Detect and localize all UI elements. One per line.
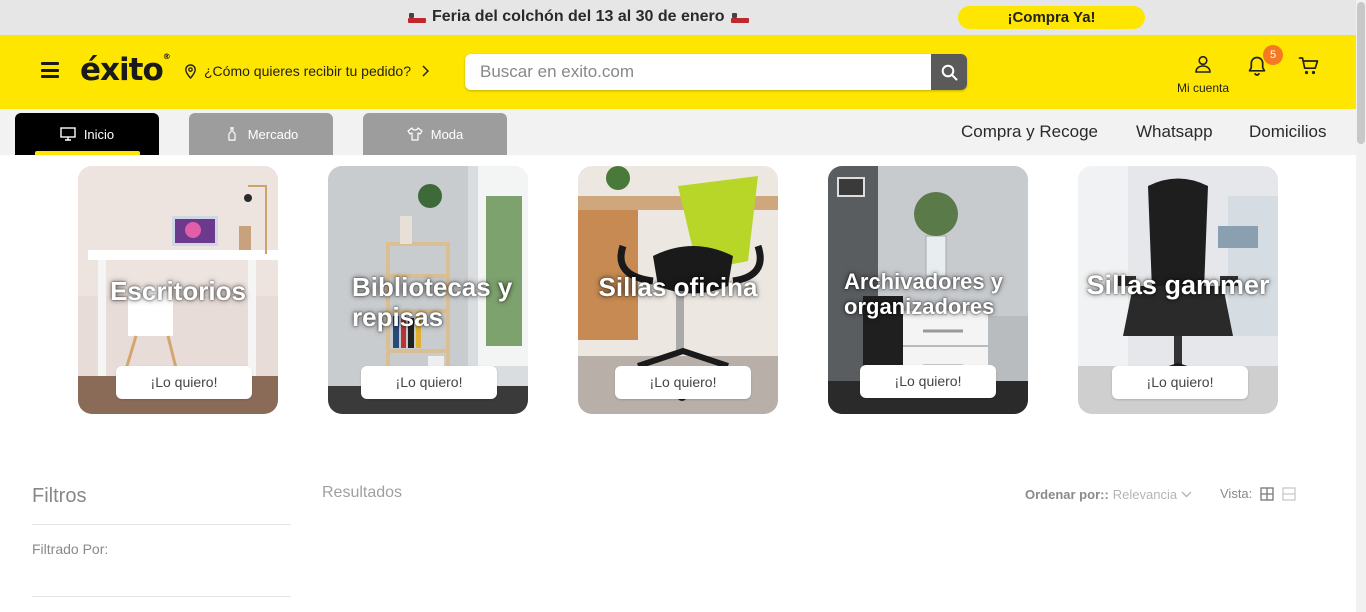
scrollbar-thumb[interactable] [1357, 2, 1365, 144]
category-tabs-row: Inicio Mercado Moda Compra y Recoge What… [0, 109, 1356, 155]
sort-label: Ordenar por:: [1025, 487, 1109, 502]
notification-badge: 5 [1263, 45, 1283, 65]
menu-icon[interactable] [41, 62, 59, 78]
tab-mercado[interactable]: Mercado [189, 113, 333, 155]
divider [32, 524, 291, 525]
card-escritorios[interactable]: Escritorios ¡Lo quiero! [78, 166, 278, 414]
link-whatsapp[interactable]: Whatsapp [1136, 122, 1213, 142]
filtered-by-label: Filtrado Por: [32, 541, 109, 557]
bed-icon [730, 12, 749, 23]
promo-message[interactable]: Feria del colchón del 13 al 30 de enero [408, 8, 749, 26]
card-title: Sillas gammer [1086, 270, 1270, 300]
view-toggle: Vista: [1220, 486, 1296, 501]
promo-text: Feria del colchón del 13 al 30 de enero [432, 8, 725, 25]
link-compra-y-recoge[interactable]: Compra y Recoge [961, 122, 1098, 142]
filters-title: Filtros [32, 485, 87, 507]
divider [32, 596, 291, 597]
link-domicilios[interactable]: Domicilios [1249, 122, 1326, 142]
lo-quiero-button[interactable]: ¡Lo quiero! [361, 366, 497, 399]
card-archivadores[interactable]: Archivadores y organizadores ¡Lo quiero! [828, 166, 1028, 414]
monitor-icon [60, 127, 76, 141]
card-title: Escritorios [110, 276, 246, 306]
page-scrollbar[interactable] [1356, 0, 1366, 612]
delivery-selector[interactable]: ¿Cómo quieres recibir tu pedido? [184, 63, 429, 79]
search-button[interactable] [931, 54, 967, 90]
delivery-prompt: ¿Cómo quieres recibir tu pedido? [204, 63, 411, 79]
card-bibliotecas[interactable]: Bibliotecas y repisas ¡Lo quiero! [328, 166, 528, 414]
buy-now-button[interactable]: ¡Compra Ya! [958, 6, 1145, 29]
bottle-icon [228, 127, 236, 141]
results-title: Resultados [322, 484, 403, 501]
card-title: Sillas oficina [598, 272, 758, 302]
lo-quiero-button[interactable]: ¡Lo quiero! [1112, 366, 1248, 399]
search-bar [465, 54, 967, 90]
shirt-icon [407, 127, 423, 141]
tab-label: Inicio [83, 126, 115, 142]
user-icon [1195, 55, 1211, 73]
search-input[interactable] [465, 54, 931, 90]
card-sillas-gammer[interactable]: Sillas gammer ¡Lo quiero! [1078, 166, 1278, 414]
bed-icon [408, 12, 426, 23]
location-pin-icon [185, 63, 196, 79]
grid-view-icon[interactable] [1260, 486, 1274, 501]
account-button[interactable]: Mi cuenta [1172, 55, 1234, 95]
sort-value: Relevancia [1112, 487, 1178, 502]
main-header: éxito® ¿Cómo quieres recibir tu pedido? … [0, 35, 1356, 109]
chevron-right-icon [422, 65, 429, 77]
lo-quiero-button[interactable]: ¡Lo quiero! [116, 366, 252, 399]
tab-label: Mercado [247, 126, 299, 142]
card-sillas-oficina[interactable]: Sillas oficina ¡Lo quiero! [578, 166, 778, 414]
card-title: Bibliotecas y repisas [352, 272, 513, 332]
view-label: Vista: [1220, 486, 1253, 501]
search-icon [941, 64, 957, 80]
card-title: Archivadores y organizadores [844, 269, 1003, 320]
cart-icon[interactable] [1298, 55, 1320, 77]
category-cards: Escritorios ¡Lo quiero! Bibliotecas y re… [0, 155, 1356, 425]
tab-label: Moda [430, 126, 464, 142]
promo-bar: Feria del colchón del 13 al 30 de enero … [0, 0, 1356, 35]
chevron-down-icon [1181, 491, 1192, 498]
sort-selector[interactable]: Ordenar por:: Relevancia [1025, 487, 1192, 502]
lo-quiero-button[interactable]: ¡Lo quiero! [615, 366, 751, 399]
account-label: Mi cuenta [1176, 81, 1230, 95]
tab-inicio[interactable]: Inicio [15, 113, 159, 155]
lo-quiero-button[interactable]: ¡Lo quiero! [860, 365, 996, 398]
list-view-icon[interactable] [1282, 486, 1296, 501]
tab-moda[interactable]: Moda [363, 113, 507, 155]
exito-logo[interactable]: éxito® [80, 52, 171, 88]
